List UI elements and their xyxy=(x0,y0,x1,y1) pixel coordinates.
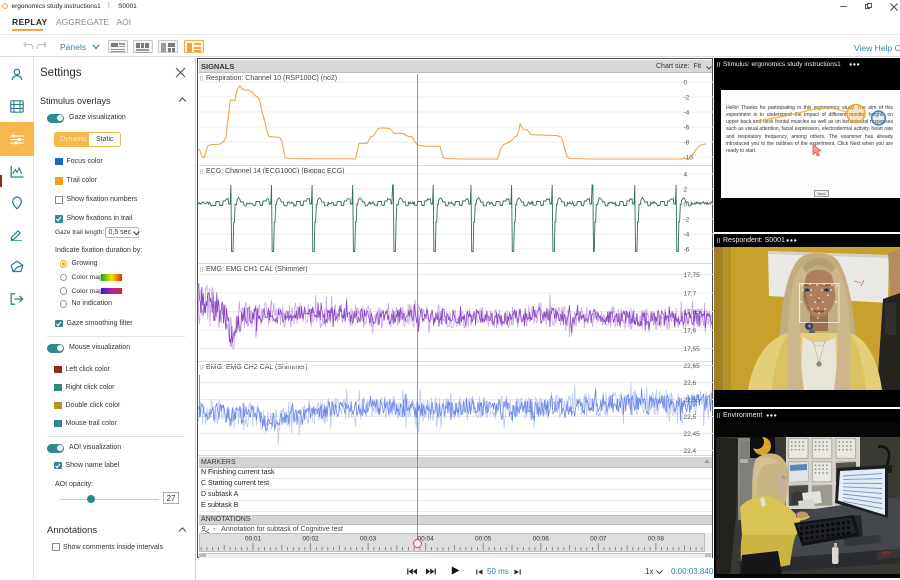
svg-text:00:01: 00:01 xyxy=(245,536,262,543)
svg-text:00:06: 00:06 xyxy=(533,536,550,543)
svg-text:00:03: 00:03 xyxy=(360,536,377,543)
svg-text:00:08: 00:08 xyxy=(648,536,665,543)
svg-text:00:02: 00:02 xyxy=(302,536,319,543)
svg-text:00:07: 00:07 xyxy=(590,536,607,543)
svg-text:00:05: 00:05 xyxy=(475,536,492,543)
